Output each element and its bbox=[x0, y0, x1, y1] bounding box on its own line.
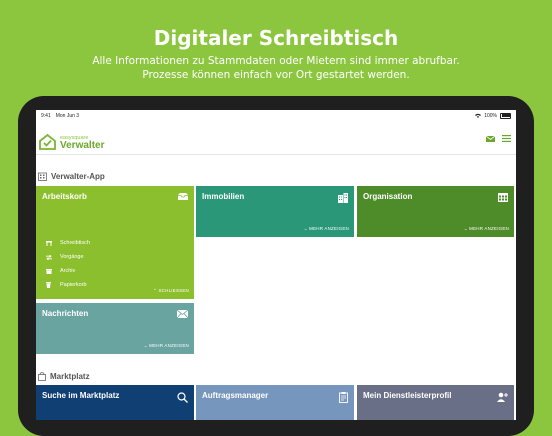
section-label: Marktplatz bbox=[50, 372, 90, 381]
search-icon bbox=[177, 392, 188, 403]
desk-icon bbox=[45, 240, 52, 246]
hero-subtitle-line-2: Prozesse können einfach vor Ort gestarte… bbox=[142, 69, 410, 81]
section-verwalter-app: Verwalter-App bbox=[38, 172, 105, 181]
hero-title: Digitaler Schreibtisch bbox=[153, 26, 399, 50]
tile-title: Immobilien bbox=[202, 192, 245, 201]
app-header: easysquare Verwalter bbox=[36, 121, 516, 155]
archive-icon bbox=[45, 268, 52, 274]
battery-percent: 100% bbox=[484, 112, 497, 119]
section-label: Verwalter-App bbox=[51, 172, 105, 181]
tile-title: Mein Dienstleisterprofil bbox=[363, 391, 452, 400]
list-item-label: Schreibtisch bbox=[60, 240, 90, 246]
list-item-vorgaenge[interactable]: Vorgänge bbox=[43, 250, 90, 264]
list-item-archiv[interactable]: Archiv bbox=[43, 264, 90, 278]
tile-title: Organisation bbox=[363, 192, 413, 201]
status-date: Mon Jun 3 bbox=[55, 112, 80, 119]
transfer-icon bbox=[45, 254, 52, 260]
tile-organisation[interactable]: Organisation ⌄ MEHR ANZEIGEN bbox=[357, 186, 514, 237]
building-icon bbox=[38, 172, 47, 181]
calendar-icon bbox=[498, 193, 508, 202]
tablet-screen: 9:41 Mon Jun 3 100% easysquare Verwalter bbox=[36, 110, 516, 420]
list-item-label: Papierkorb bbox=[60, 282, 87, 288]
tile-arbeitskorb[interactable]: Arbeitskorb Schreibtisch Vorgänge Archiv… bbox=[36, 186, 194, 299]
add-user-icon bbox=[497, 392, 508, 402]
clipboard-icon bbox=[339, 392, 348, 403]
tile-title: Nachrichten bbox=[42, 309, 89, 318]
status-time: 9:41 bbox=[41, 112, 51, 119]
trash-icon bbox=[46, 282, 51, 288]
show-more-link[interactable]: ⌄ MEHR ANZEIGEN bbox=[464, 226, 509, 232]
house-logo-icon bbox=[39, 134, 56, 150]
tile-dienstleisterprofil[interactable]: Mein Dienstleisterprofil bbox=[357, 385, 514, 420]
buildings-icon bbox=[338, 193, 348, 203]
section-marktplatz: Marktplatz bbox=[38, 372, 90, 381]
wifi-icon bbox=[475, 113, 482, 118]
tile-title: Suche im Marktplatz bbox=[42, 391, 120, 400]
tile-auftragsmanager[interactable]: Auftragsmanager bbox=[196, 385, 354, 420]
logo-title: Verwalter bbox=[60, 140, 105, 151]
tile-title: Auftragsmanager bbox=[202, 391, 269, 400]
inbox-icon bbox=[178, 193, 188, 200]
tile-immobilien[interactable]: Immobilien ⌄ MEHR ANZEIGEN bbox=[196, 186, 354, 237]
list-item-label: Archiv bbox=[60, 268, 76, 274]
status-bar: 9:41 Mon Jun 3 100% bbox=[36, 110, 516, 121]
tile-suche-marktplatz[interactable]: Suche im Marktplatz bbox=[36, 385, 194, 420]
list-item-label: Vorgänge bbox=[60, 254, 84, 260]
close-link[interactable]: ⌃ SCHLIESSEN bbox=[153, 288, 189, 294]
show-more-link[interactable]: ⌄ MEHR ANZEIGEN bbox=[144, 343, 189, 349]
tile-title: Arbeitskorb bbox=[42, 192, 87, 201]
tile-nachrichten[interactable]: Nachrichten ⌄ MEHR ANZEIGEN bbox=[36, 303, 194, 354]
shopping-bag-icon bbox=[38, 372, 46, 381]
hero-subtitle-line-1: Alle Informationen zu Stammdaten oder Mi… bbox=[92, 55, 460, 67]
battery-icon bbox=[500, 112, 511, 119]
show-more-link[interactable]: ⌄ MEHR ANZEIGEN bbox=[304, 226, 349, 232]
mail-icon[interactable] bbox=[486, 135, 495, 142]
list-item-schreibtisch[interactable]: Schreibtisch bbox=[43, 236, 90, 250]
envelope-icon bbox=[177, 310, 188, 318]
hero-subtitle: Alle Informationen zu Stammdaten oder Mi… bbox=[0, 54, 552, 82]
list-item-papierkorb[interactable]: Papierkorb bbox=[43, 278, 90, 292]
menu-icon[interactable] bbox=[502, 135, 511, 142]
